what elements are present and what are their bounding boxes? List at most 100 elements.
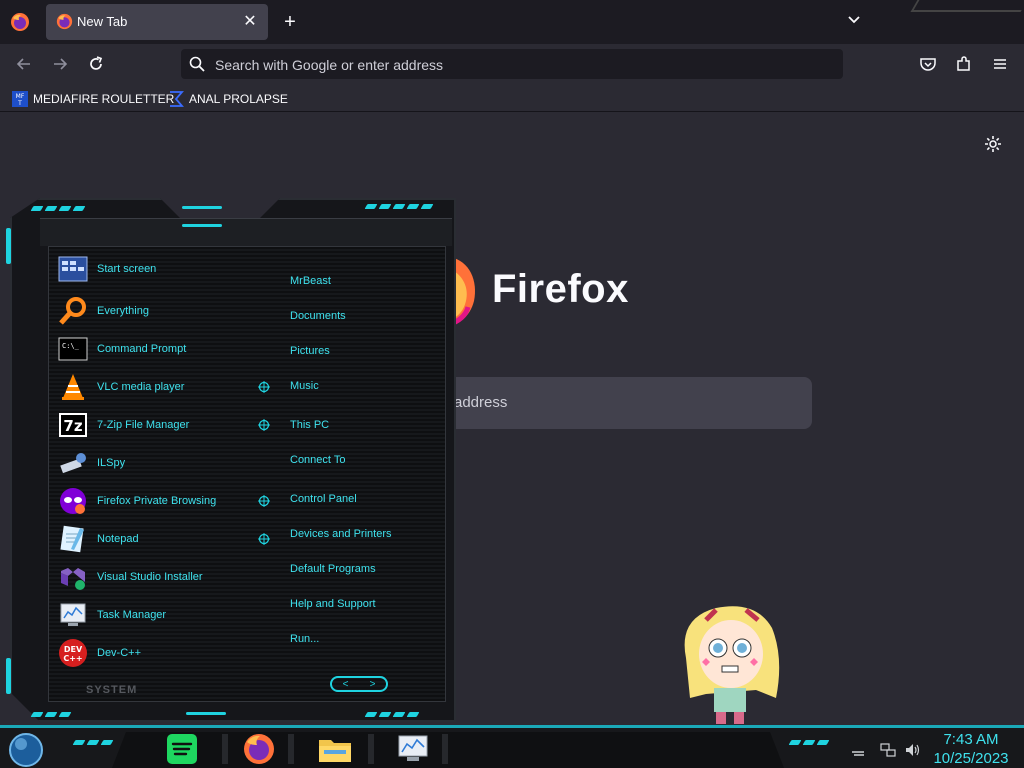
frame-accent bbox=[364, 712, 420, 717]
clock-time[interactable]: 7:43 AM bbox=[930, 731, 1012, 748]
task-manager-icon[interactable] bbox=[392, 732, 434, 766]
show-hidden-icons-icon[interactable] bbox=[850, 742, 866, 758]
7zip-icon: 7z bbox=[59, 413, 87, 437]
new-tab-button[interactable]: + bbox=[280, 12, 300, 32]
program-task-manager[interactable]: Task Manager bbox=[58, 598, 248, 632]
start-screen-icon bbox=[58, 256, 88, 282]
bookmark-label: ANAL PROLAPSE bbox=[189, 92, 288, 106]
spotify-icon[interactable] bbox=[160, 732, 202, 766]
program-7zip[interactable]: 7z 7-Zip File Manager bbox=[58, 408, 248, 442]
place-help-support[interactable]: Help and Support bbox=[290, 598, 376, 610]
program-command-prompt[interactable]: C:\_ Command Prompt bbox=[58, 332, 248, 366]
bookmark-sigma[interactable]: ANAL PROLAPSE bbox=[168, 90, 288, 108]
start-orb-icon[interactable] bbox=[8, 732, 44, 768]
devcpp-icon: DEV C++ bbox=[59, 639, 87, 667]
firefox-icon[interactable] bbox=[238, 732, 280, 766]
bookmark-sigma-icon bbox=[170, 91, 184, 107]
taskbar-accent bbox=[788, 740, 830, 745]
place-this-pc[interactable]: This PC bbox=[290, 419, 329, 431]
reload-icon[interactable] bbox=[86, 54, 106, 74]
frame-accent bbox=[364, 204, 434, 209]
address-bar[interactable]: Search with Google or enter address bbox=[181, 49, 843, 79]
chevron-right-icon: > bbox=[369, 678, 376, 690]
back-arrow-icon[interactable] bbox=[14, 54, 34, 74]
taskbar-app-area bbox=[112, 732, 784, 768]
forward-arrow-icon[interactable] bbox=[50, 54, 70, 74]
program-start-screen[interactable]: Start screen bbox=[58, 252, 248, 286]
svg-text:7z: 7z bbox=[63, 417, 82, 435]
taskbar-accent bbox=[72, 740, 114, 745]
place-mrbeast[interactable]: MrBeast bbox=[290, 275, 331, 287]
place-default-programs[interactable]: Default Programs bbox=[290, 563, 376, 575]
gear-icon[interactable] bbox=[984, 135, 1002, 153]
everything-search-icon bbox=[59, 297, 86, 325]
svg-text:DEV: DEV bbox=[64, 645, 83, 654]
navigation-toolbar: Search with Google or enter address bbox=[0, 44, 1024, 84]
ilspy-icon bbox=[60, 453, 86, 474]
newtab-search-placeholder: address bbox=[454, 394, 508, 411]
taskbar: 7:43 AM 10/25/2023 bbox=[0, 725, 1024, 768]
taskbar-separator bbox=[442, 734, 448, 764]
program-firefox-private[interactable]: Firefox Private Browsing bbox=[58, 484, 248, 518]
place-music[interactable]: Music bbox=[290, 380, 319, 392]
start-menu-top-bar bbox=[40, 218, 452, 246]
tab-strip: New Tab ✕ + bbox=[0, 0, 1024, 44]
start-menu: Start screen Everything C:\_ Command Pro… bbox=[6, 198, 456, 722]
start-menu-system-label: SYSTEM bbox=[86, 684, 138, 696]
character-decoration-icon bbox=[684, 606, 780, 724]
program-label: Task Manager bbox=[97, 609, 167, 621]
program-vs-installer[interactable]: Visual Studio Installer bbox=[58, 560, 248, 594]
newtab-search-box[interactable]: address bbox=[440, 377, 812, 429]
program-label: ILSpy bbox=[97, 457, 126, 469]
shutdown-options-button[interactable]: < > bbox=[330, 676, 388, 692]
program-label: Everything bbox=[97, 305, 149, 317]
program-label: Visual Studio Installer bbox=[97, 571, 203, 583]
frame-accent bbox=[6, 658, 11, 694]
place-connect-to[interactable]: Connect To bbox=[290, 454, 345, 466]
window-corner-decoration bbox=[910, 0, 1024, 12]
place-documents[interactable]: Documents bbox=[290, 310, 346, 322]
bookmarks-toolbar: MF T MEDIAFIRE ROULETTER ANAL PROLAPSE bbox=[0, 84, 1024, 112]
submenu-marker-icon bbox=[258, 495, 270, 507]
program-label: Notepad bbox=[97, 533, 139, 545]
visual-studio-installer-icon bbox=[61, 568, 85, 590]
place-devices-printers[interactable]: Devices and Printers bbox=[290, 528, 392, 540]
menu-hamburger-icon[interactable] bbox=[990, 54, 1010, 74]
program-vlc[interactable]: VLC media player bbox=[58, 370, 248, 404]
network-icon[interactable] bbox=[880, 742, 896, 758]
program-label: VLC media player bbox=[97, 381, 185, 393]
folder-icon[interactable] bbox=[314, 732, 356, 766]
mediafire-icon: MF T bbox=[12, 91, 28, 107]
svg-text:C:\_: C:\_ bbox=[62, 342, 80, 350]
chevron-left-icon: < bbox=[342, 678, 349, 690]
chevron-down-icon[interactable] bbox=[846, 12, 862, 28]
place-control-panel[interactable]: Control Panel bbox=[290, 493, 357, 505]
firefox-icon[interactable] bbox=[10, 12, 30, 32]
program-label: Start screen bbox=[97, 263, 157, 275]
submenu-marker-icon bbox=[258, 381, 270, 393]
program-label: Firefox Private Browsing bbox=[97, 495, 217, 507]
extensions-puzzle-icon[interactable] bbox=[954, 54, 974, 74]
bookmark-mediafire[interactable]: MF T MEDIAFIRE ROULETTER bbox=[12, 90, 174, 108]
volume-icon[interactable] bbox=[904, 742, 920, 758]
tab-new-tab[interactable]: New Tab ✕ bbox=[46, 4, 268, 40]
frame-accent bbox=[182, 206, 222, 209]
clock-date[interactable]: 10/25/2023 bbox=[930, 750, 1012, 767]
program-label: Command Prompt bbox=[97, 343, 187, 355]
search-icon bbox=[189, 56, 205, 72]
program-notepad[interactable]: Notepad bbox=[58, 522, 248, 556]
frame-accent bbox=[30, 206, 86, 211]
close-tab-icon[interactable]: ✕ bbox=[240, 12, 260, 32]
place-pictures[interactable]: Pictures bbox=[290, 345, 330, 357]
frame-accent bbox=[30, 712, 72, 717]
private-browsing-icon bbox=[60, 488, 86, 514]
taskbar-separator bbox=[368, 734, 374, 764]
firefox-wordmark: Firefox bbox=[492, 267, 629, 311]
pocket-icon[interactable] bbox=[918, 54, 938, 74]
program-everything[interactable]: Everything bbox=[58, 294, 248, 328]
program-devcpp[interactable]: DEV C++ Dev-C++ bbox=[58, 636, 248, 670]
taskbar-separator bbox=[288, 734, 294, 764]
bookmark-label: MEDIAFIRE ROULETTER bbox=[33, 92, 175, 106]
program-ilspy[interactable]: ILSpy bbox=[58, 446, 248, 480]
place-run[interactable]: Run... bbox=[290, 633, 319, 645]
